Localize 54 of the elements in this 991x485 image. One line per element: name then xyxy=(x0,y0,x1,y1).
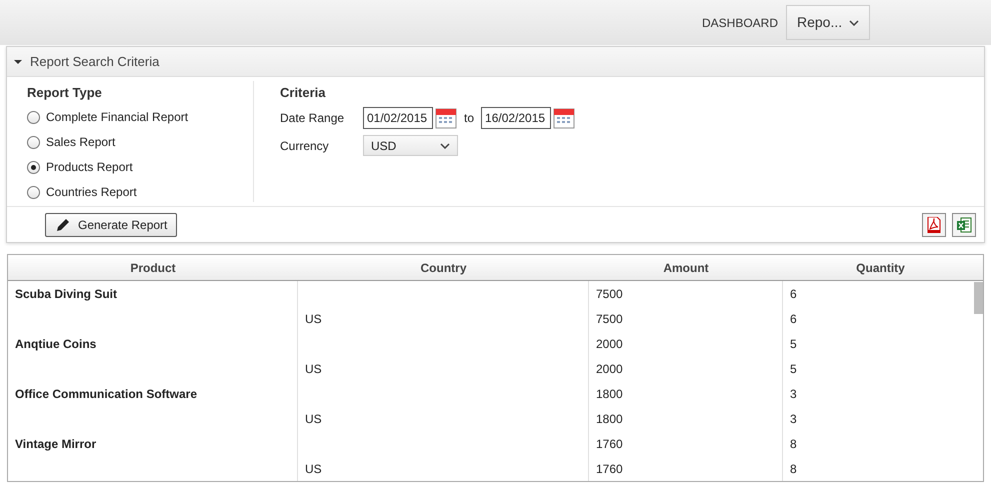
radio-option[interactable]: Complete Financial Report xyxy=(27,104,253,130)
table-cell-text: 3 xyxy=(790,386,797,402)
section-heading: Report Type xyxy=(27,84,103,102)
table-cell-text: 7500 xyxy=(596,286,623,302)
currency-label: Currency xyxy=(280,138,330,154)
table-cell-text: Office Communication Software xyxy=(15,386,198,402)
table-cell-text: Anqtiue Coins xyxy=(15,336,96,352)
pdf-export-button[interactable] xyxy=(922,212,946,236)
panel-header[interactable]: Report Search Criteria xyxy=(7,47,984,77)
column-header: Amount xyxy=(662,260,710,276)
table-cell-text: Vintage Mirror xyxy=(15,436,96,452)
table-cell-text: US xyxy=(305,410,322,428)
radio-option[interactable]: Products Report xyxy=(27,154,253,180)
column-header: Country xyxy=(420,260,468,276)
column-header: Quantity xyxy=(855,260,906,276)
dashboard-label: DASHBOARD xyxy=(702,14,778,32)
date-field[interactable]: 01/02/2015 xyxy=(363,106,433,128)
currency-select[interactable]: USD xyxy=(363,135,458,156)
table-cell-text: 2000 xyxy=(596,360,623,378)
chevron-down-icon xyxy=(849,20,859,26)
radio-option[interactable]: Countries Report xyxy=(27,180,253,204)
column-header: Product xyxy=(129,260,177,276)
chevron-down-icon xyxy=(440,142,450,148)
pdf-file-icon xyxy=(927,216,941,232)
table-cell-text: US xyxy=(305,360,322,378)
date-field[interactable]: 16/02/2015 xyxy=(481,106,552,128)
section-heading: Criteria xyxy=(280,84,327,102)
pencil-icon xyxy=(55,216,71,232)
table-cell-text: 8 xyxy=(790,436,797,452)
calendar-icon xyxy=(435,106,457,128)
table-cell-text: 3 xyxy=(790,410,797,428)
table-cell-text: 6 xyxy=(790,310,797,328)
generate-report-button[interactable]: Generate Report xyxy=(45,212,178,236)
date-range-label: Date Range xyxy=(280,110,346,126)
radio-option[interactable]: Sales Report xyxy=(27,130,253,154)
spreadsheet-icon xyxy=(956,216,972,232)
table-cell-text: 1800 xyxy=(596,386,623,402)
table-cell-text: 7500 xyxy=(596,310,623,328)
table-cell-text: 2000 xyxy=(596,336,623,352)
table-cell-text: 1800 xyxy=(596,410,623,428)
table-cell-text: 1760 xyxy=(596,460,623,478)
table-cell-text: 5 xyxy=(790,336,797,352)
scrollbar-thumb[interactable] xyxy=(974,282,983,314)
table-cell-text: 5 xyxy=(790,360,797,378)
table-cell-text: 1760 xyxy=(596,436,623,452)
excel-export-button[interactable] xyxy=(952,212,976,236)
to-label: to xyxy=(464,110,474,126)
table-cell-text: 6 xyxy=(790,286,797,302)
table-cell-text: Scuba Diving Suit xyxy=(15,286,118,302)
report-menu-dropdown[interactable]: Repo... xyxy=(786,5,870,40)
table-cell-text: US xyxy=(305,460,322,478)
table-cell-text: 8 xyxy=(790,460,797,478)
calendar-icon xyxy=(553,106,576,128)
table-cell-text: US xyxy=(305,310,322,328)
